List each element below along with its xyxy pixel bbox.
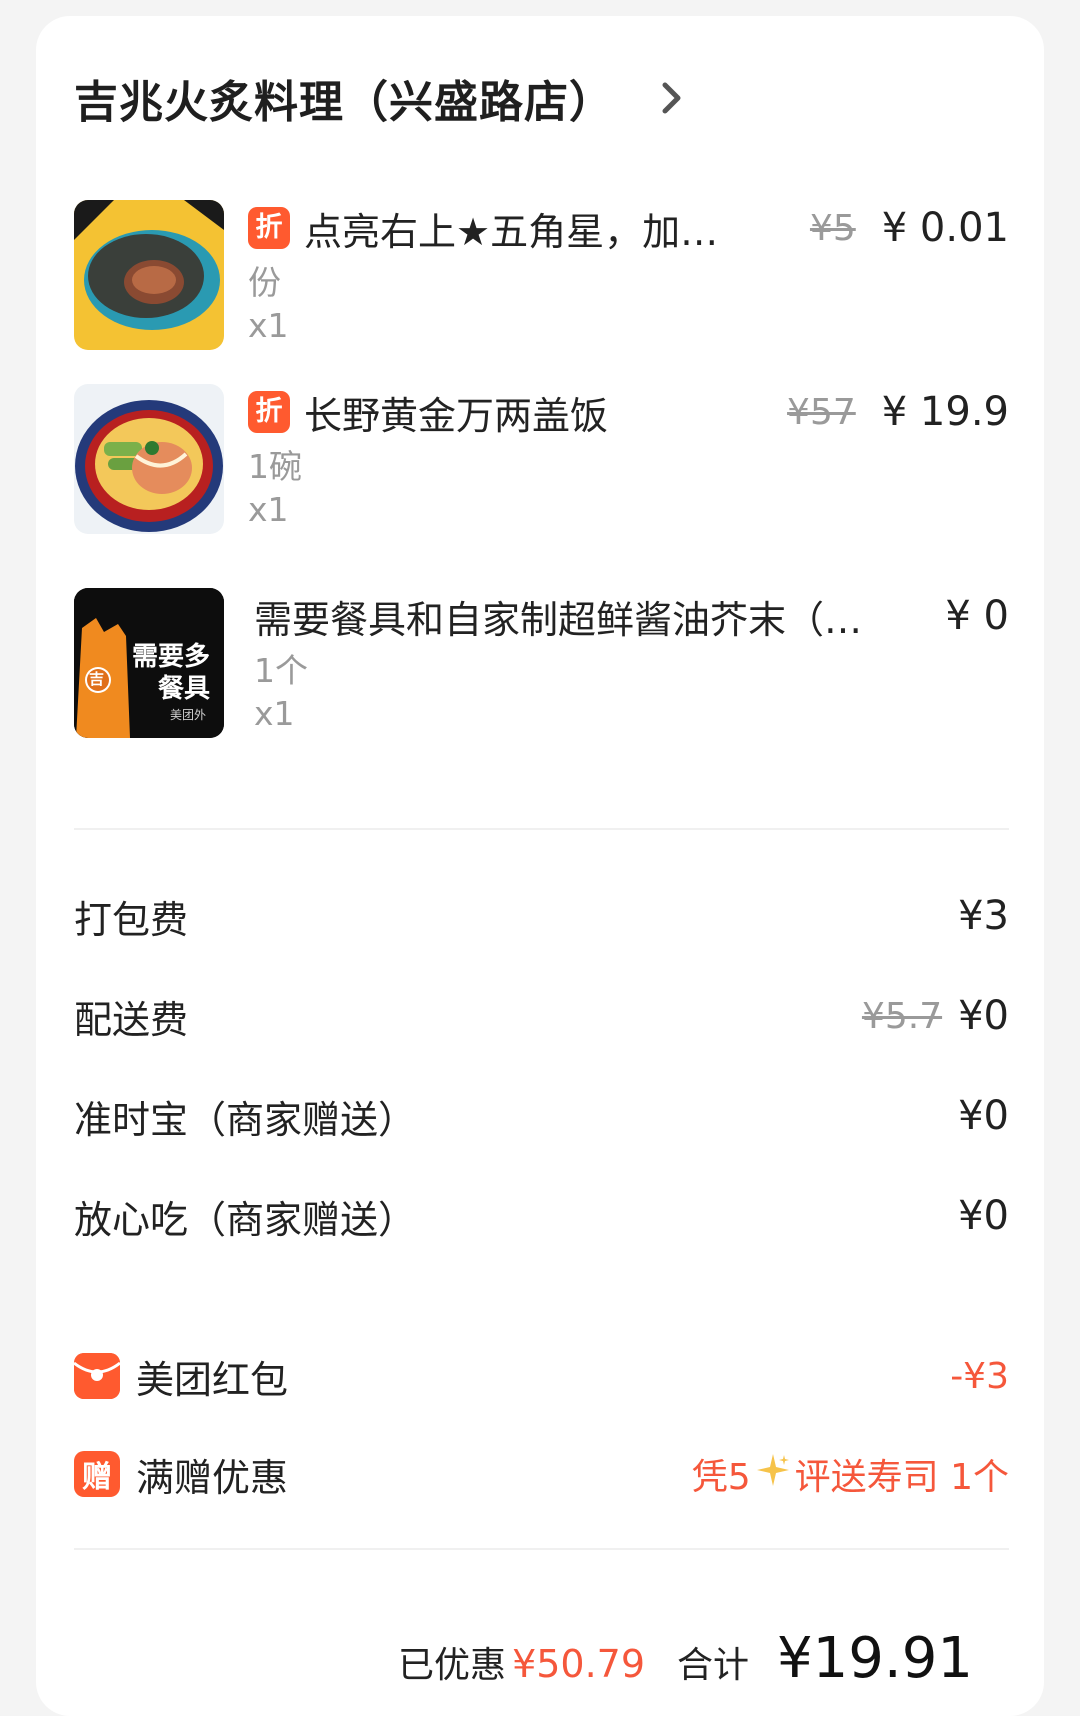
fee-label: 打包费 (74, 897, 189, 942)
discount-tag: 折 (248, 207, 290, 249)
fee-row-on-time[interactable]: 准时宝（商家赠送） ¥0 (74, 1086, 1009, 1146)
total-label: 合计 (677, 1645, 750, 1686)
order-item[interactable]: 吉 需要多 餐具 美团外 需要餐具和自家制超鲜酱油芥末（… ¥ 0 1个 x1 (74, 588, 1009, 748)
item-name: 需要餐具和自家制超鲜酱油芥末（… (254, 597, 863, 642)
promo-value-prefix: 凭5 (691, 1457, 751, 1498)
promo-row-gift[interactable]: 赠 满赠优惠 凭5 评送寿司 1个 (74, 1444, 1009, 1504)
fee-label: 准时宝（商家赠送） (74, 1097, 417, 1142)
thumbnail-badge-text: 吉 (89, 670, 105, 688)
promo-value-suffix: 评送寿司 1个 (794, 1457, 1009, 1498)
fee-value: ¥0 (958, 1093, 1009, 1139)
item-price: ¥ 0 (945, 593, 1009, 639)
item-original-price: ¥5 (809, 207, 856, 249)
gift-icon: 赠 (74, 1451, 120, 1497)
promo-value: -¥3 (950, 1355, 1009, 1397)
discount-tag: 折 (248, 391, 290, 433)
divider (74, 828, 1009, 830)
promo-row-red-envelope[interactable]: 美团红包 -¥3 (74, 1346, 1009, 1406)
item-quantity: x1 (254, 694, 295, 733)
fee-value: ¥0 (958, 993, 1009, 1039)
saved-value: ¥50.79 (512, 1642, 646, 1686)
fee-label: 放心吃（商家赠送） (74, 1197, 417, 1242)
thumbnail-brand: 美团外 (170, 708, 207, 722)
order-item[interactable]: 折 点亮右上★五角星，加… ¥5 ¥ 0.01 份 x1 (74, 200, 1009, 360)
fee-row-delivery: 配送费 ¥5.7 ¥0 (74, 986, 1009, 1046)
promo-value: 凭5 评送寿司 1个 (692, 1448, 1009, 1500)
thumbnail-caption: 餐具 (158, 674, 211, 704)
fee-label: 配送费 (74, 997, 189, 1042)
item-thumbnail-image: 吉 需要多 餐具 美团外 (74, 588, 224, 738)
chevron-right-icon (652, 78, 692, 118)
fee-value: ¥0 (958, 1193, 1009, 1239)
shop-header[interactable]: 吉兆火炙料理（兴盛路店） (74, 58, 692, 138)
shop-name: 吉兆火炙料理（兴盛路店） (74, 77, 614, 128)
item-spec: 份 (248, 263, 281, 302)
fee-row-safe-eat[interactable]: 放心吃（商家赠送） ¥0 (74, 1186, 1009, 1246)
item-price: ¥ 19.9 (881, 389, 1009, 435)
total-summary: 已优惠 ¥50.79 合计 ¥19.91 (398, 1626, 973, 1696)
divider (74, 1548, 1009, 1550)
item-spec: 1碗 (248, 447, 302, 486)
order-item[interactable]: 折 长野黄金万两盖饭 ¥57 ¥ 19.9 1碗 x1 (74, 384, 1009, 544)
item-thumbnail-image (74, 200, 224, 350)
item-quantity: x1 (248, 306, 289, 345)
item-spec: 1个 (254, 651, 308, 690)
item-name: 点亮右上★五角星，加… (304, 209, 719, 254)
promo-label: 美团红包 (136, 1357, 289, 1402)
promo-label: 满赠优惠 (136, 1455, 289, 1500)
item-thumbnail-image (74, 384, 224, 534)
item-original-price: ¥57 (787, 391, 856, 433)
sparkle-icon (755, 1452, 791, 1497)
item-name: 长野黄金万两盖饭 (304, 393, 609, 438)
item-quantity: x1 (248, 490, 289, 529)
total-value: ¥19.91 (777, 1626, 973, 1691)
saved-label: 已优惠 (398, 1645, 507, 1686)
red-envelope-icon (74, 1353, 120, 1399)
item-price: ¥ 0.01 (881, 205, 1009, 251)
fee-value: ¥3 (958, 893, 1009, 939)
order-card: 吉兆火炙料理（兴盛路店） 折 点亮右上★五角星，加… ¥5 ¥ 0.01 份 x… (36, 16, 1044, 1716)
fee-original-value: ¥5.7 (861, 995, 943, 1037)
fee-row-packaging: 打包费 ¥3 (74, 886, 1009, 946)
